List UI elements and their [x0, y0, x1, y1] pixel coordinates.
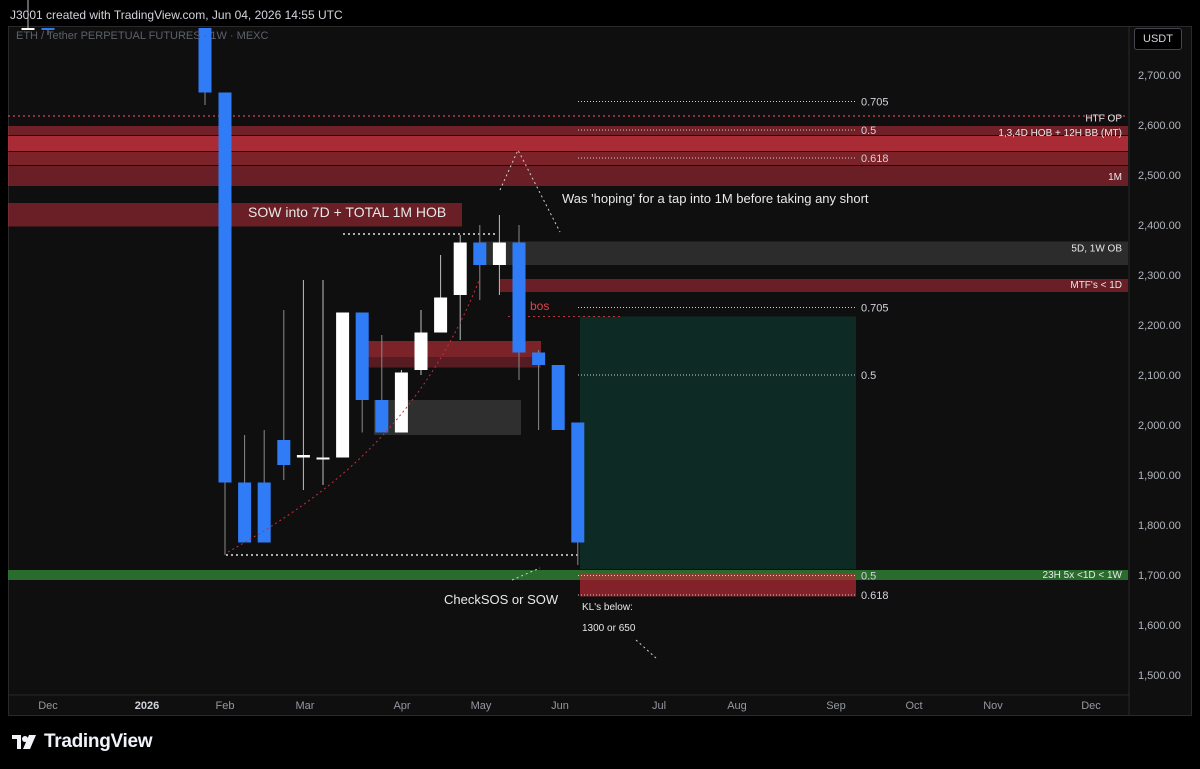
chart-annotation: CheckSOS or SOW [444, 592, 559, 607]
y-tick-label: 2,400.00 [1138, 220, 1181, 232]
candle-body [394, 372, 408, 433]
zone-htf-band-top [8, 126, 1128, 135]
zone-5d-1w-ob [480, 241, 1128, 265]
fib-label: 0.5 [861, 370, 876, 382]
fib-label: 0.705 [861, 303, 889, 315]
fib-label: 0.618 [861, 153, 889, 165]
zone-4d-hob [8, 136, 1128, 151]
chart-annotation: Was 'hoping' for a tap into 1M before ta… [562, 191, 869, 206]
tradingview-logo-icon [12, 735, 36, 749]
x-tick-label: May [471, 700, 492, 712]
level-label: HTF OP [1085, 114, 1122, 125]
y-tick-label: 1,700.00 [1138, 570, 1181, 582]
zone-12h-bb [8, 152, 1128, 165]
fib-label: 0.5 [861, 125, 876, 137]
x-tick-label: Dec [38, 700, 58, 712]
symbol-title: ETH / Tether PERPETUAL FUTURES · 1W · ME… [16, 30, 269, 42]
zone-1m [8, 166, 1128, 186]
x-axis: Dec 2026 Feb Mar Apr May Jun Jul Aug Sep Oct Nov Dec [8, 694, 1129, 712]
y-tick-label: 2,100.00 [1138, 370, 1181, 382]
y-tick-label: 2,200.00 [1138, 320, 1181, 332]
candle-body [277, 440, 291, 465]
y-axis: 2,700.00 2,600.00 2,500.00 2,400.00 2,300.00… [1128, 26, 1181, 716]
footer [0, 716, 1200, 769]
x-tick-label: Oct [905, 700, 922, 712]
tradingview-logo[interactable]: TradingView [12, 731, 153, 753]
y-tick-label: 2,000.00 [1138, 420, 1181, 432]
candle-body [355, 312, 369, 400]
level-label: 1M [1108, 172, 1122, 183]
zone-demand-green [8, 570, 1128, 580]
x-tick-label: Jul [652, 700, 666, 712]
candle-body [296, 455, 310, 458]
x-tick-label: Apr [393, 700, 410, 712]
fib-label: 0.5 [861, 571, 876, 583]
candle-body [218, 92, 232, 483]
candle-body [414, 332, 428, 370]
candle-body [453, 242, 467, 295]
currency-selector[interactable]: USDT [1134, 28, 1182, 50]
candle-body [532, 352, 546, 365]
candle-body [551, 365, 565, 430]
candle-body [473, 242, 487, 265]
candle-body [336, 312, 350, 458]
y-tick-label: 1,500.00 [1138, 670, 1181, 682]
candle-body [434, 297, 448, 333]
level-label: 1,3,4D HOB + 12H BB (MT) [998, 128, 1122, 139]
candle-body [316, 457, 330, 460]
y-tick-label: 2,500.00 [1138, 170, 1181, 182]
y-tick-label: 1,800.00 [1138, 520, 1181, 532]
candle-layer [21, 0, 585, 565]
zone-stop [580, 573, 856, 597]
chart-annotation: KL's below: [582, 602, 633, 613]
y-tick-label: 1,600.00 [1138, 620, 1181, 632]
x-tick-label: Dec [1081, 700, 1101, 712]
level-label: 5D, 1W OB [1071, 244, 1122, 255]
x-tick-label: Feb [216, 700, 235, 712]
x-tick-label: Mar [296, 700, 315, 712]
candle-body [238, 482, 252, 543]
price-chart[interactable]: 0.705 0.5 0.618 0.705 0.5 0.5 0.618 HTF OP 1,3,4… [0, 0, 1200, 769]
zone-red-fvg-bottom [362, 357, 541, 368]
x-tick-label: Jun [551, 700, 569, 712]
x-tick-label: Aug [727, 700, 747, 712]
candle-body [492, 242, 506, 265]
zone-mtf [500, 279, 1128, 292]
level-label: 23H 5x <1D < 1W [1043, 570, 1123, 581]
candle-body [375, 400, 389, 433]
x-tick-label: Nov [983, 700, 1003, 712]
y-tick-label: 2,600.00 [1138, 120, 1181, 132]
y-tick-label: 2,700.00 [1138, 70, 1181, 82]
y-tick-label: 1,900.00 [1138, 470, 1181, 482]
candle-body [512, 242, 526, 353]
level-label: MTF's < 1D [1070, 280, 1122, 291]
chart-annotation: 1300 or 650 [582, 623, 636, 634]
brand-name: TradingView [44, 731, 153, 752]
candle-body [571, 422, 585, 543]
zone-target [580, 316, 856, 569]
fib-label: 0.705 [861, 97, 889, 109]
x-tick-label: 2026 [135, 700, 159, 712]
x-tick-label: Sep [826, 700, 846, 712]
arrow-kl [635, 639, 657, 659]
chart-annotation: SOW into 7D + TOTAL 1M HOB [248, 204, 446, 220]
y-tick-label: 2,300.00 [1138, 270, 1181, 282]
chart-annotation: bos [530, 299, 549, 313]
fib-label: 0.618 [861, 590, 889, 602]
